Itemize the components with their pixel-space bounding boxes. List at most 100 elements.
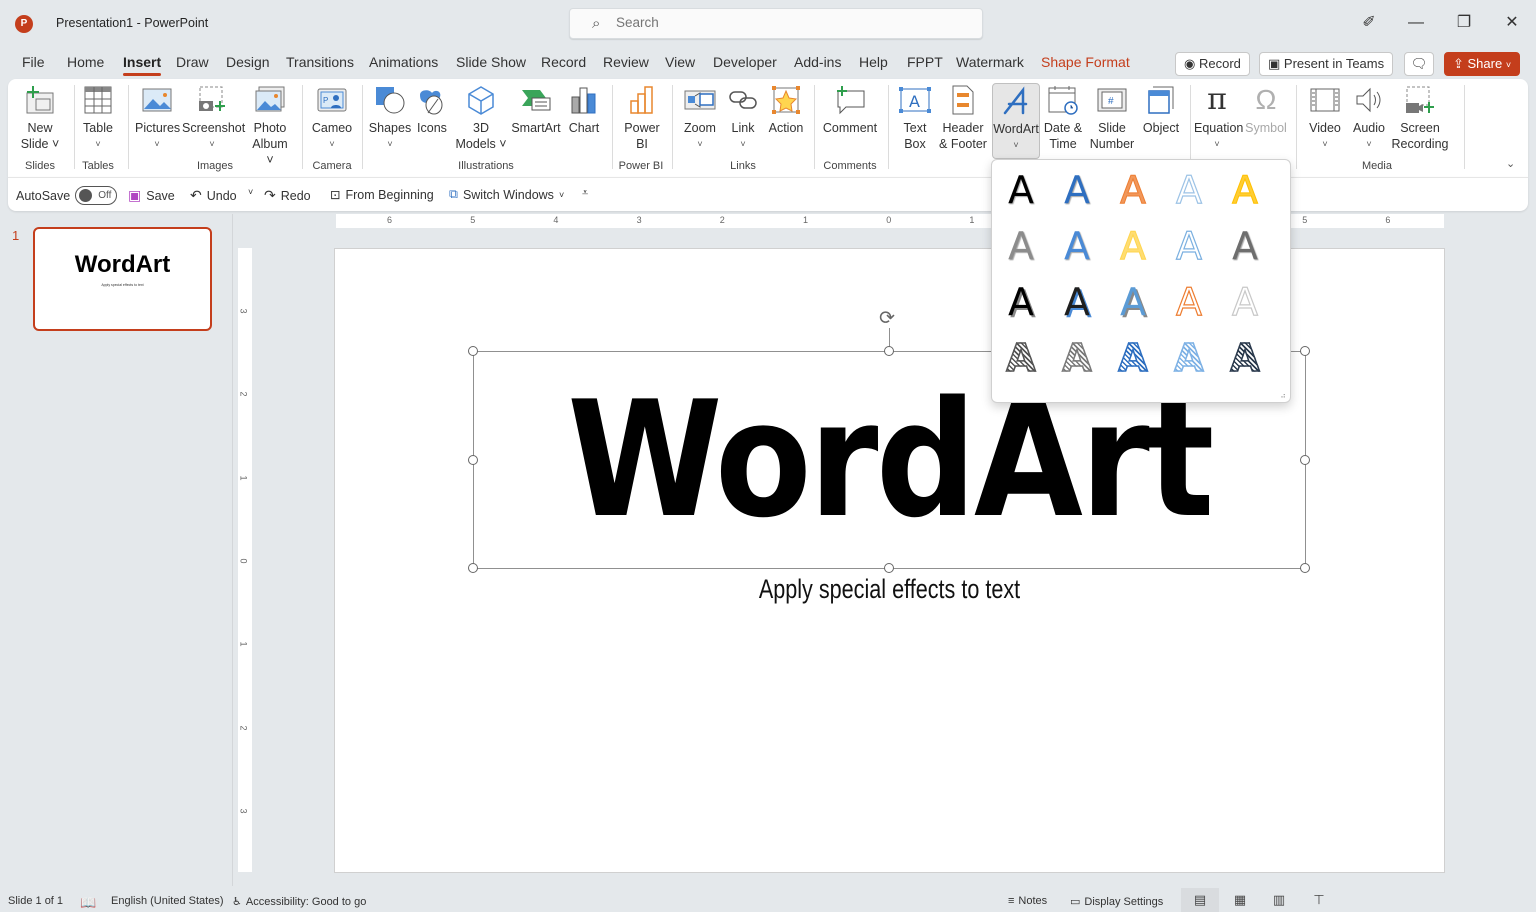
wordart-style-fill-blue-reflection[interactable]: A bbox=[1052, 221, 1102, 271]
wordart-style-fill-white-outline-blue-2[interactable]: A bbox=[1164, 221, 1214, 271]
resize-handle-left[interactable] bbox=[468, 455, 478, 465]
tab-record[interactable]: Record bbox=[541, 54, 586, 70]
present-in-teams-button[interactable]: ▣ Present in Teams bbox=[1259, 52, 1394, 76]
resize-handle-top-left[interactable] bbox=[468, 346, 478, 356]
icons-button[interactable]: Icons bbox=[415, 83, 449, 136]
search-input[interactable] bbox=[616, 15, 916, 30]
rotate-handle-icon[interactable]: ⟳ bbox=[879, 307, 895, 330]
wordart-style-fill-gold-accent4-bevel[interactable]: A bbox=[1220, 165, 1270, 215]
language-indicator[interactable]: English (United States) bbox=[111, 895, 224, 907]
chart-button[interactable]: Chart bbox=[565, 83, 603, 136]
pane-splitter[interactable] bbox=[232, 214, 233, 886]
close-button[interactable]: ✕ bbox=[1497, 10, 1527, 36]
wordart-style-fill-blue-accent1-shadow[interactable]: A bbox=[1052, 165, 1102, 215]
slide-show-view-button[interactable]: ⊤ bbox=[1300, 888, 1338, 912]
wordart-style-fill-orange-accent2-outline[interactable]: A bbox=[1108, 165, 1158, 215]
wordart-style-fill-white-gray-shadow[interactable]: A bbox=[1220, 277, 1270, 327]
tab-file[interactable]: File bbox=[22, 54, 45, 70]
designer-pen-icon[interactable]: ✐ bbox=[1354, 10, 1384, 36]
record-button[interactable]: ◉ Record bbox=[1175, 52, 1250, 76]
tab-slide-show[interactable]: Slide Show bbox=[456, 54, 526, 70]
comments-button[interactable]: 🗨 bbox=[1404, 52, 1434, 76]
reading-view-button[interactable]: ▥ bbox=[1260, 888, 1298, 912]
share-button[interactable]: ⇪ Share ˅ bbox=[1444, 52, 1521, 76]
accessibility-status[interactable]: ♿ Accessibility: Good to go bbox=[232, 895, 366, 909]
wordart-style-fill-blue-light-shadow[interactable]: A bbox=[1108, 277, 1158, 327]
3d-models-button[interactable]: 3D Models ˅ bbox=[455, 83, 507, 152]
slide-thumbnail[interactable]: WordArt Apply special effects to text bbox=[33, 227, 212, 331]
tab-animations[interactable]: Animations bbox=[369, 54, 438, 70]
customize-qat-icon[interactable]: ⩡ bbox=[582, 187, 588, 200]
cameo-button[interactable]: P Cameo ˅ bbox=[310, 83, 354, 152]
tab-insert[interactable]: Insert bbox=[123, 54, 162, 76]
undo-dropdown-chevron-icon[interactable]: ˅ bbox=[248, 187, 253, 197]
tab-transitions[interactable]: Transitions bbox=[286, 54, 354, 70]
wordart-style-pattern-dark-gray[interactable]: A bbox=[996, 333, 1046, 383]
tab-home[interactable]: Home bbox=[67, 54, 104, 70]
link-button[interactable]: Link ˅ bbox=[725, 83, 761, 152]
tab-add-ins[interactable]: Add-ins bbox=[794, 54, 841, 70]
ribbon-collapse-chevron-icon[interactable]: ⌄ bbox=[1506, 157, 1515, 170]
pictures-button[interactable]: Pictures ˅ bbox=[135, 83, 180, 152]
photo-album-button[interactable]: Photo Album ˅ bbox=[248, 83, 292, 168]
wordart-style-fill-white-outline-blue[interactable]: A bbox=[1164, 165, 1214, 215]
minimize-button[interactable]: — bbox=[1401, 10, 1431, 36]
normal-view-button[interactable]: ▤ bbox=[1181, 888, 1219, 912]
tab-view[interactable]: View bbox=[665, 54, 695, 70]
tab-developer[interactable]: Developer bbox=[713, 54, 777, 70]
autosave-toggle[interactable]: Off bbox=[75, 186, 118, 205]
wordart-style-fill-black-blue-outline[interactable]: A bbox=[1052, 277, 1102, 327]
slide-number-button[interactable]: # Slide Number bbox=[1088, 83, 1136, 152]
wordart-button[interactable]: WordArt ˅ bbox=[992, 83, 1040, 159]
switch-windows-button[interactable]: ⧉ Switch Windows ˅ bbox=[449, 187, 564, 202]
wordart-style-fill-black-shadow-heavy[interactable]: A bbox=[996, 277, 1046, 327]
tab-fppt[interactable]: FPPT bbox=[907, 54, 943, 70]
audio-button[interactable]: Audio ˅ bbox=[1350, 83, 1388, 152]
redo-button[interactable]: ↷ Redo bbox=[264, 187, 311, 204]
wordart-style-fill-black-shadow[interactable]: A bbox=[996, 165, 1046, 215]
shapes-button[interactable]: Shapes ˅ bbox=[368, 83, 412, 152]
wordart-style-fill-gold-outline[interactable]: A bbox=[1108, 221, 1158, 271]
screenshot-button[interactable]: Screenshot ˅ bbox=[182, 83, 245, 152]
undo-button[interactable]: ↶ Undo bbox=[190, 187, 237, 204]
resize-handle-right[interactable] bbox=[1300, 455, 1310, 465]
resize-grip-icon[interactable]: ⠴ bbox=[1280, 391, 1286, 400]
smartart-button[interactable]: SmartArt bbox=[511, 83, 561, 136]
date-time-button[interactable]: Date & Time bbox=[1041, 83, 1085, 152]
table-button[interactable]: Table ˅ bbox=[80, 83, 116, 152]
slide-subtitle[interactable]: Apply special effects to text bbox=[556, 574, 1222, 605]
video-button[interactable]: Video ˅ bbox=[1304, 83, 1346, 152]
symbol-button[interactable]: Ω Symbol bbox=[1244, 83, 1288, 136]
header-footer-button[interactable]: Header & Footer bbox=[937, 83, 989, 152]
resize-handle-bottom[interactable] bbox=[884, 563, 894, 573]
search-box[interactable]: ⌕ bbox=[569, 8, 983, 39]
save-button[interactable]: ▣ Save bbox=[128, 187, 175, 204]
zoom-button[interactable]: Zoom ˅ bbox=[680, 83, 720, 152]
screen-recording-button[interactable]: Screen Recording bbox=[1390, 83, 1450, 152]
wordart-style-pattern-light-blue[interactable]: A bbox=[1164, 333, 1214, 383]
wordart-style-pattern-blue[interactable]: A bbox=[1108, 333, 1158, 383]
wordart-style-fill-gray-gradient[interactable]: A bbox=[996, 221, 1046, 271]
spelling-check-icon[interactable]: 📖 bbox=[80, 895, 96, 911]
tab-draw[interactable]: Draw bbox=[176, 54, 209, 70]
equation-button[interactable]: π Equation ˅ bbox=[1194, 83, 1243, 152]
notes-button[interactable]: ≡ Notes bbox=[1008, 895, 1047, 907]
wordart-style-pattern-gray[interactable]: A bbox=[1052, 333, 1102, 383]
wordart-style-fill-gray-bevel[interactable]: A bbox=[1220, 221, 1270, 271]
resize-handle-top[interactable] bbox=[884, 346, 894, 356]
wordart-style-fill-white-orange-outline[interactable]: A bbox=[1164, 277, 1214, 327]
resize-handle-top-right[interactable] bbox=[1300, 346, 1310, 356]
new-slide-button[interactable]: New Slide ˅ bbox=[18, 83, 62, 152]
text-box-button[interactable]: A Text Box bbox=[896, 83, 934, 152]
wordart-style-pattern-navy[interactable]: A bbox=[1220, 333, 1270, 383]
tab-design[interactable]: Design bbox=[226, 54, 270, 70]
tab-watermark[interactable]: Watermark bbox=[956, 54, 1024, 70]
power-bi-button[interactable]: Power BI bbox=[620, 83, 664, 152]
comment-button[interactable]: Comment bbox=[822, 83, 878, 136]
restore-button[interactable]: ❐ bbox=[1449, 10, 1479, 36]
from-beginning-button[interactable]: ⊡ From Beginning bbox=[330, 187, 434, 203]
slide-sorter-view-button[interactable]: ▦ bbox=[1221, 888, 1259, 912]
display-settings-button[interactable]: ▭ Display Settings bbox=[1070, 895, 1163, 909]
tab-review[interactable]: Review bbox=[603, 54, 649, 70]
resize-handle-bottom-right[interactable] bbox=[1300, 563, 1310, 573]
